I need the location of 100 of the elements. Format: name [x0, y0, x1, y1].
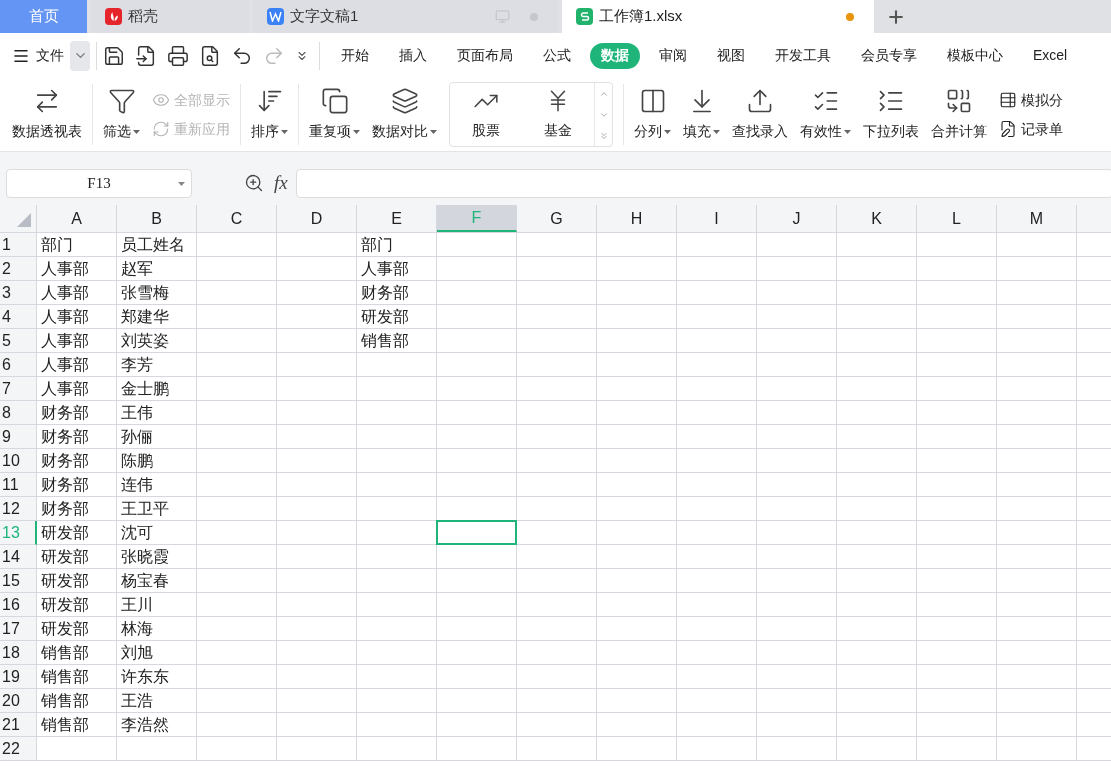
zoom-icon[interactable]: [244, 173, 264, 193]
name-box[interactable]: F13: [6, 168, 192, 198]
table-cell-text: 财务部: [361, 283, 409, 303]
save-icon[interactable]: [103, 44, 125, 67]
ribbon-tab[interactable]: 开发工具: [764, 42, 842, 69]
export-icon[interactable]: [135, 44, 157, 67]
row-header[interactable]: 16: [0, 593, 37, 617]
formula-input[interactable]: [295, 168, 1111, 198]
gallery-item[interactable]: 基金: [522, 83, 594, 146]
eye-icon: [152, 91, 170, 109]
row-header[interactable]: 15: [0, 569, 37, 593]
print-icon[interactable]: [167, 44, 189, 67]
row-header[interactable]: 12: [0, 497, 37, 521]
column-header[interactable]: M: [997, 205, 1077, 232]
ribbon-button[interactable]: 分列: [628, 78, 677, 151]
table-cell-text: 财务部: [41, 403, 89, 423]
row-header[interactable]: 14: [0, 545, 37, 569]
table-cell-text: 销售部: [41, 715, 89, 735]
table-cell-text: 人事部: [41, 283, 89, 303]
tab-title: 工作簿1.xlsx: [599, 6, 683, 27]
column-header[interactable]: H: [597, 205, 677, 232]
monitor-icon: [495, 9, 510, 24]
function-label[interactable]: fx: [274, 168, 288, 198]
table-cell-text: 人事部: [41, 331, 89, 351]
upload-icon: [746, 87, 774, 115]
print-preview-icon[interactable]: [199, 44, 221, 67]
ribbon-button[interactable]: 数据透视表: [6, 78, 88, 151]
row-header[interactable]: 18: [0, 641, 37, 665]
table-cell-text: 张晓霞: [121, 547, 169, 567]
table-cell-text: 销售部: [41, 643, 89, 663]
writer-logo-icon: [267, 8, 284, 25]
ribbon-button[interactable]: 排序: [245, 78, 294, 151]
table-cell-text: 人事部: [41, 259, 89, 279]
caret-icon: [178, 181, 185, 186]
duplicate-icon: [320, 87, 349, 115]
ribbon-button[interactable]: 查找录入: [726, 78, 794, 151]
row-header[interactable]: 7: [0, 377, 37, 401]
ribbon-tab[interactable]: 公式: [532, 42, 582, 69]
row-header[interactable]: 10: [0, 449, 37, 473]
table-cell-text: 财务部: [41, 451, 89, 471]
ribbon-button[interactable]: 填充: [677, 78, 726, 151]
ribbon-button[interactable]: 下拉列表: [857, 78, 925, 151]
flame-logo-icon: [105, 8, 122, 25]
ribbon-tab[interactable]: 模板中心: [936, 42, 1014, 69]
row-header[interactable]: 3: [0, 281, 37, 305]
row-header[interactable]: 1: [0, 233, 37, 257]
ribbon-tab[interactable]: 插入: [388, 42, 438, 69]
row-header[interactable]: 4: [0, 305, 37, 329]
row-header[interactable]: 19: [0, 665, 37, 689]
column-header[interactable]: C: [197, 205, 277, 232]
row-header[interactable]: 9: [0, 425, 37, 449]
ribbon-tab[interactable]: 视图: [706, 42, 756, 69]
ribbon-small-button[interactable]: 记录单: [999, 118, 1063, 140]
document-tab[interactable]: 工作簿1.xlsx: [562, 0, 874, 33]
file-menu-button[interactable]: 文件: [12, 40, 68, 71]
column-header[interactable]: G: [517, 205, 597, 232]
table-cell-text: 许东东: [121, 667, 169, 687]
row-header[interactable]: 17: [0, 617, 37, 641]
row-header[interactable]: 6: [0, 353, 37, 377]
gallery-item[interactable]: 股票: [450, 83, 522, 146]
column-header[interactable]: B: [117, 205, 197, 232]
table-cell-text: 林海: [121, 619, 153, 639]
table-cell-text: 陈鹏: [121, 451, 153, 471]
ribbon-button[interactable]: 有效性: [794, 78, 857, 151]
caret-icon: [844, 129, 851, 134]
ribbon-tab[interactable]: 会员专享: [850, 42, 928, 69]
row-header[interactable]: 8: [0, 401, 37, 425]
ribbon-button[interactable]: 筛选: [97, 78, 146, 151]
ribbon-tab[interactable]: 开始: [330, 42, 380, 69]
column-header[interactable]: J: [757, 205, 837, 232]
table-cell-text: 财务部: [41, 427, 89, 447]
column-header[interactable]: I: [677, 205, 757, 232]
caret-icon: [353, 129, 360, 134]
table-cell-text: 财务部: [41, 499, 89, 519]
ribbon-button[interactable]: 重复项: [303, 78, 366, 151]
table-cell-text: 连伟: [121, 475, 153, 495]
row-header[interactable]: 22: [0, 737, 37, 761]
table-cell-text: 研发部: [361, 307, 409, 327]
row-header[interactable]: 21: [0, 713, 37, 737]
row-header[interactable]: 2: [0, 257, 37, 281]
table-cell-text: 沈可: [121, 523, 153, 543]
table-cell-text: 刘旭: [121, 643, 153, 663]
column-header[interactable]: D: [277, 205, 357, 232]
tab-title: 稻壳: [128, 6, 158, 27]
ribbon-small-button[interactable]: 模拟分: [999, 89, 1063, 111]
ribbon-button[interactable]: 数据对比: [366, 78, 443, 151]
row-header[interactable]: 11: [0, 473, 37, 497]
ribbon-tab[interactable]: 审阅: [648, 42, 698, 69]
refresh-icon: [152, 120, 170, 138]
table-cell-text: 销售部: [361, 331, 409, 351]
column-header[interactable]: K: [837, 205, 917, 232]
table-cell-text: 郑建华: [121, 307, 169, 327]
table-cell-text: 赵军: [121, 259, 153, 279]
column-header[interactable]: L: [917, 205, 997, 232]
ribbon-tab[interactable]: Excel: [1022, 42, 1079, 69]
row-header[interactable]: 5: [0, 329, 37, 353]
ribbon-tab[interactable]: 页面布局: [446, 42, 524, 69]
ribbon-button[interactable]: 合并计算: [925, 78, 993, 151]
column-header[interactable]: A: [37, 205, 117, 232]
row-header[interactable]: 20: [0, 689, 37, 713]
